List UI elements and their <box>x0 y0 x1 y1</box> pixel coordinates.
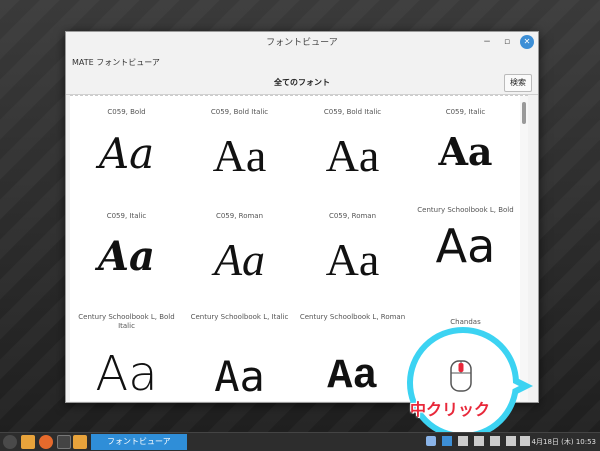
taskbar: フォントビューア 4月18日 (木) 10:53 <box>0 432 600 451</box>
taskbar-item-label: フォントビューア <box>107 437 171 446</box>
minimize-button[interactable]: − <box>480 35 494 49</box>
font-sample: Aa <box>98 129 155 178</box>
taskbar-item-font-viewer[interactable]: フォントビューア <box>91 434 187 450</box>
volume-icon[interactable] <box>520 436 530 446</box>
font-tile-row4-3[interactable]: Aa <box>296 352 409 400</box>
font-label: C059, Italic <box>106 212 147 220</box>
font-tile-row4-2[interactable]: Aa <box>183 352 296 401</box>
font-tile-century-schoolbook-bold-italic[interactable]: Century Schoolbook L, Bold Italic <box>70 313 183 331</box>
font-tile-c059-roman-2[interactable]: C059, Roman Aa <box>296 212 409 286</box>
files-icon[interactable] <box>21 435 35 449</box>
font-label: Chandas <box>450 318 481 326</box>
font-tile-century-schoolbook-bold[interactable]: Century Schoolbook L, Bold Aa <box>409 206 522 273</box>
font-label: C059, Bold Italic <box>323 108 382 116</box>
font-tile-chandas[interactable]: Chandas <box>409 318 522 327</box>
all-fonts-title: 全てのフォント <box>274 78 330 87</box>
mint-menu-icon[interactable] <box>3 435 17 449</box>
update-icon[interactable] <box>474 436 484 446</box>
font-tile-century-schoolbook-italic[interactable]: Century Schoolbook L, Italic <box>183 313 296 322</box>
font-label: Century Schoolbook L, Italic <box>190 313 289 321</box>
font-sample: Aa <box>438 129 493 174</box>
app-menu[interactable]: MATE フォントビューア <box>72 58 160 67</box>
maximize-button[interactable]: ▫ <box>500 35 514 49</box>
font-tile-c059-roman[interactable]: C059, Roman Aa <box>183 212 296 286</box>
font-sample: Aa <box>325 234 380 285</box>
clipboard-icon[interactable] <box>458 436 468 446</box>
callout-bubble-tail-inner <box>505 379 519 393</box>
font-tile-c059-bold-italic-2[interactable]: C059, Bold Italic Aa <box>296 108 409 182</box>
network-icon[interactable] <box>490 436 500 446</box>
window-titlebar[interactable]: フォントビューア − ▫ ✕ <box>66 32 538 54</box>
headerbar: 全てのフォント 検索 <box>66 72 538 95</box>
bluetooth-icon[interactable] <box>426 436 436 446</box>
middle-click-callout: 中クリック <box>410 400 491 419</box>
search-button[interactable]: 検索 <box>504 74 532 92</box>
font-tile-c059-bold[interactable]: C059, Bold Aa <box>70 108 183 178</box>
font-tile-century-schoolbook-roman[interactable]: Century Schoolbook L, Roman <box>296 313 409 322</box>
clock[interactable]: 4月18日 (木) 10:53 <box>532 433 596 451</box>
font-tile-c059-italic-2[interactable]: C059, Italic Aa <box>70 212 183 280</box>
scrollbar-thumb[interactable] <box>522 102 526 124</box>
close-button[interactable]: ✕ <box>520 35 534 49</box>
folder-icon[interactable] <box>73 435 87 449</box>
font-sample: Aa <box>212 130 267 181</box>
font-label: C059, Bold <box>107 108 146 116</box>
font-label: Century Schoolbook L, Bold <box>417 206 514 214</box>
font-label: C059, Roman <box>328 212 377 220</box>
vertical-scrollbar[interactable] <box>520 96 528 401</box>
font-sample: Aa <box>98 233 155 280</box>
font-sample: Aa <box>327 352 378 400</box>
window-controls: − ▫ ✕ <box>480 35 534 49</box>
font-tile-c059-bold-italic[interactable]: C059, Bold Italic Aa <box>183 108 296 182</box>
window-title: フォントビューア <box>266 38 338 48</box>
menubar: MATE フォントビューア <box>66 54 538 72</box>
font-label: C059, Bold Italic <box>210 108 269 116</box>
font-label: C059, Roman <box>215 212 264 220</box>
font-sample: Aa <box>214 352 265 401</box>
terminal-icon[interactable] <box>57 435 71 449</box>
input-method-icon[interactable] <box>442 436 452 446</box>
callout-bubble <box>407 327 519 439</box>
font-tile-c059-italic[interactable]: C059, Italic Aa <box>409 108 522 174</box>
font-sample: Aa <box>435 219 496 273</box>
power-icon[interactable] <box>506 436 516 446</box>
font-sample: Aa <box>95 346 158 401</box>
font-sample: Aa <box>325 130 380 181</box>
font-label: C059, Italic <box>445 108 486 116</box>
font-label: Century Schoolbook L, Bold Italic <box>78 313 175 330</box>
font-tile-row4-1[interactable]: Aa <box>70 346 183 401</box>
firefox-icon[interactable] <box>39 435 53 449</box>
font-label: Century Schoolbook L, Roman <box>299 313 406 321</box>
font-sample: Aa <box>213 234 266 285</box>
